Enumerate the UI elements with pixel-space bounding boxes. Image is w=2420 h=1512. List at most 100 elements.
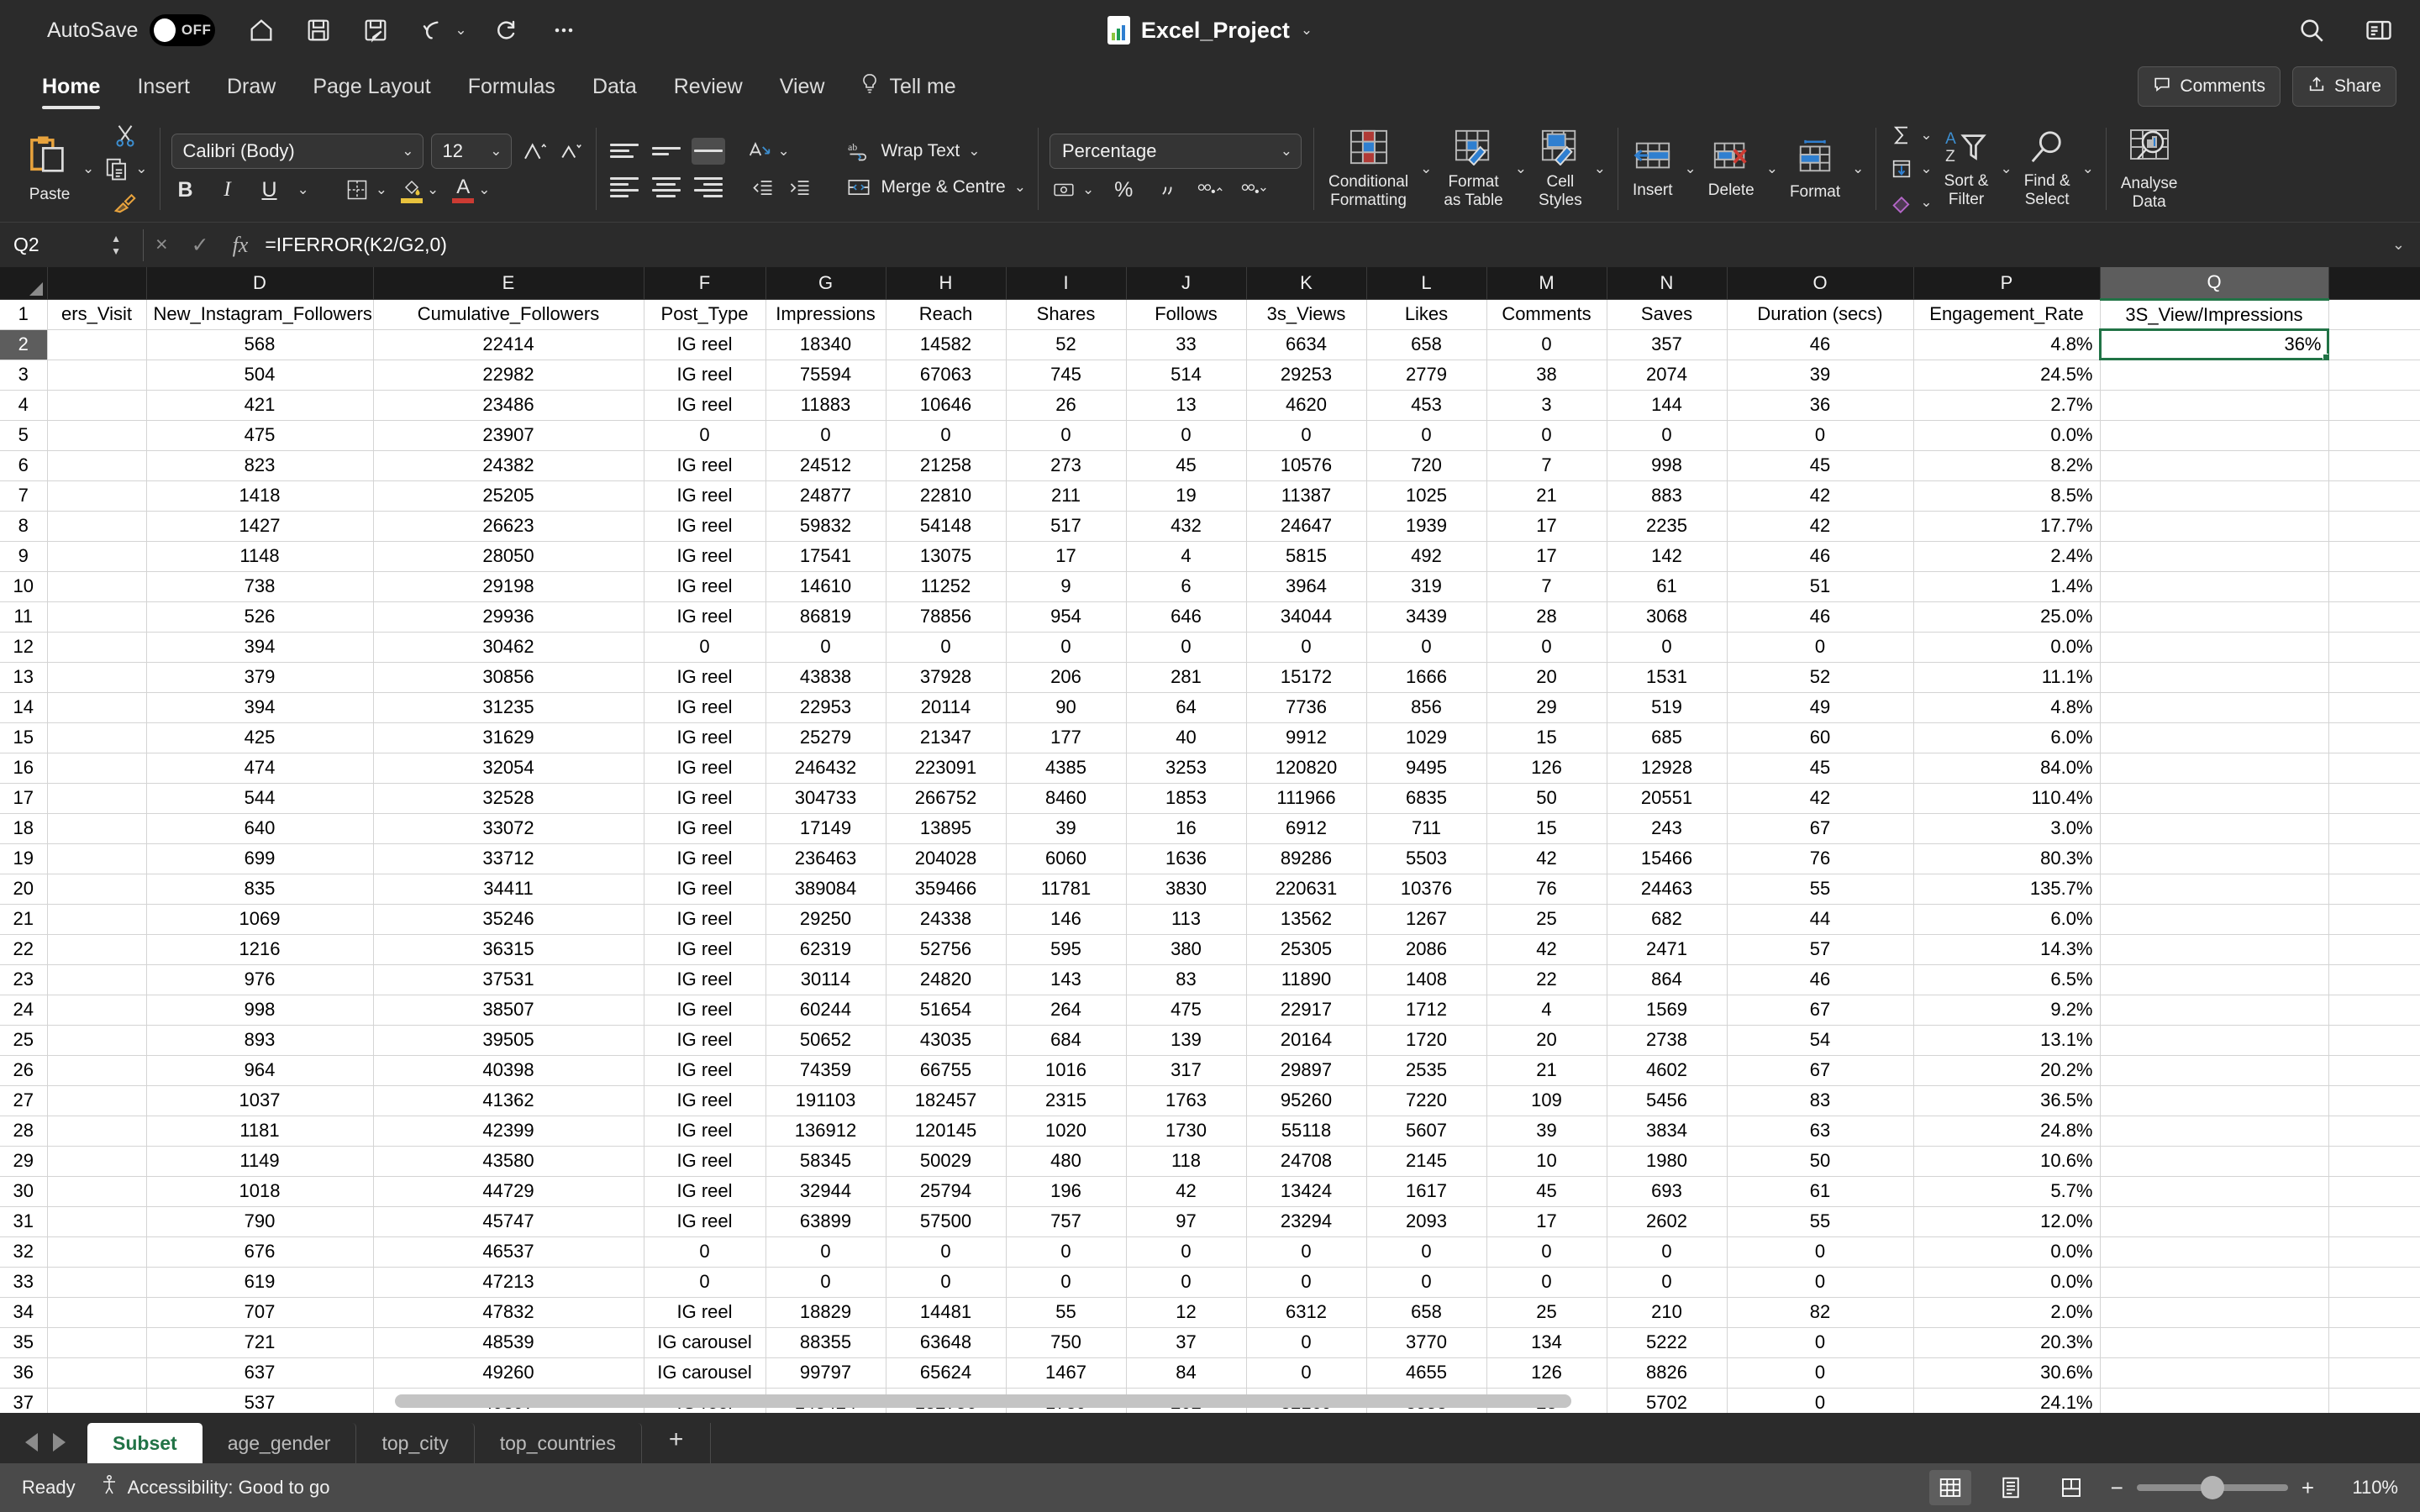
grid-cell[interactable]: IG reel [644, 783, 766, 814]
grid-cell[interactable] [2100, 904, 2329, 935]
grid-cell[interactable] [47, 1297, 147, 1328]
grid-cell[interactable]: 17 [1486, 541, 1607, 572]
column-title-cell[interactable]: New_Instagram_Followers [146, 299, 374, 330]
chevron-down-icon[interactable]: ⌄ [82, 160, 94, 177]
grid-cell[interactable]: 20 [1486, 1025, 1607, 1056]
grid-cell[interactable]: 22414 [373, 329, 644, 360]
grid-cell[interactable]: 211 [1006, 480, 1127, 512]
chevron-down-icon[interactable]: ⌄ [1014, 179, 1026, 196]
normal-view-button[interactable] [1928, 1470, 1971, 1505]
grid-cell[interactable]: 0.0% [1913, 632, 2101, 663]
wrap-text-button[interactable]: ab Wrap Text ⌄ [844, 137, 1026, 165]
column-header-m[interactable]: M [1486, 267, 1607, 300]
add-sheet-button[interactable]: + [642, 1423, 712, 1463]
grid-cell[interactable] [2100, 843, 2329, 874]
table-row[interactable]: 4 421 23486 IG reel 11883 10646 26 13 4620 453 3 14… [0, 390, 2420, 421]
grid-cell[interactable]: 707 [146, 1297, 374, 1328]
grid-cell[interactable] [2100, 874, 2329, 905]
grid-cell[interactable]: 954 [1006, 601, 1127, 633]
grid-cell[interactable]: IG reel [644, 934, 766, 965]
grid-cell[interactable]: 0 [1727, 1327, 1914, 1358]
grid-cell[interactable]: 38 [1486, 360, 1607, 391]
grid-cell[interactable]: 76 [1486, 874, 1607, 905]
table-row[interactable]: 31 790 45747 IG reel 63899 57500 757 97 23294 209… [0, 1206, 2420, 1237]
conditional-formatting-button[interactable]: Conditional Formatting [1325, 129, 1412, 209]
grid-cell[interactable]: 4385 [1006, 753, 1127, 784]
grid-cell[interactable]: 42 [1727, 783, 1914, 814]
empty-cell[interactable] [2328, 571, 2420, 602]
grid-cell[interactable]: 1069 [146, 904, 374, 935]
chevron-down-icon[interactable]: ⌄ [1920, 160, 1932, 177]
column-header-d[interactable]: D [146, 267, 374, 300]
row-header[interactable]: 13 [0, 662, 48, 693]
grid-cell[interactable]: IG reel [644, 511, 766, 542]
table-row[interactable]: 11 526 29936 IG reel 86819 78856 954 646 34044 34… [0, 601, 2420, 633]
chevron-down-icon[interactable]: ⌄ [1515, 160, 1527, 177]
grid-cell[interactable] [2100, 1267, 2329, 1298]
grid-cell[interactable] [2100, 450, 2329, 481]
grid-cell[interactable]: 10.6% [1913, 1146, 2101, 1177]
grid-cell[interactable]: 20164 [1246, 1025, 1367, 1056]
grid-cell[interactable] [2100, 390, 2329, 421]
grid-cell[interactable]: 33 [1126, 329, 1247, 360]
grid-cell[interactable]: IG reel [644, 1055, 766, 1086]
grid-cell[interactable]: 357 [1607, 329, 1728, 360]
grid-cell[interactable]: 24382 [373, 450, 644, 481]
grid-cell[interactable]: 304733 [765, 783, 886, 814]
grid-cell[interactable]: 998 [146, 995, 374, 1026]
align-top-icon[interactable] [608, 138, 641, 165]
grid-cell[interactable]: 32054 [373, 753, 644, 784]
grid-cell[interactable]: 20.2% [1913, 1055, 2101, 1086]
grid-cell[interactable]: 1569 [1607, 995, 1728, 1026]
grid-cell[interactable]: 738 [146, 571, 374, 602]
grid-cell[interactable]: 95260 [1246, 1085, 1367, 1116]
format-painter-button[interactable] [111, 188, 139, 217]
grid-cell[interactable]: 25 [1486, 1297, 1607, 1328]
grid-cell[interactable]: 1037 [146, 1085, 374, 1116]
grid-cell[interactable]: IG reel [644, 1146, 766, 1177]
grid-cell[interactable]: 28 [1486, 601, 1607, 633]
grid-cell[interactable]: 97 [1126, 1206, 1247, 1237]
grid-cell[interactable]: 568 [146, 329, 374, 360]
grid-cell[interactable]: 4 [1126, 541, 1247, 572]
grid-cell[interactable]: 389084 [765, 874, 886, 905]
grid-cell[interactable]: 359466 [886, 874, 1007, 905]
grid-cell[interactable]: 1720 [1366, 1025, 1487, 1056]
grid-cell[interactable]: 9.2% [1913, 995, 2101, 1026]
chevron-down-icon[interactable]: ⌄ [135, 160, 147, 177]
grid-cell[interactable]: 3834 [1607, 1116, 1728, 1147]
grid-cell[interactable] [47, 601, 147, 633]
zoom-in-button[interactable]: + [2302, 1475, 2314, 1501]
grid-cell[interactable]: 0 [1727, 420, 1914, 451]
grid-cell[interactable]: 5.7% [1913, 1176, 2101, 1207]
grid-cell[interactable]: 38507 [373, 995, 644, 1026]
grid-cell[interactable] [47, 1085, 147, 1116]
grid-cell[interactable]: IG reel [644, 571, 766, 602]
chevron-down-icon[interactable]: ⌄ [968, 143, 980, 160]
grid-cell[interactable]: 19 [1126, 480, 1247, 512]
grid-cell[interactable]: 136912 [765, 1116, 886, 1147]
empty-cell[interactable] [2328, 1357, 2420, 1389]
grid-cell[interactable]: 10376 [1366, 874, 1487, 905]
grid-cell[interactable] [47, 753, 147, 784]
grid-cell[interactable]: 1730 [1126, 1116, 1247, 1147]
grid-cell[interactable]: 0 [1607, 1267, 1728, 1298]
grid-cell[interactable]: 42 [1486, 843, 1607, 874]
grid-cell[interactable]: 2.4% [1913, 541, 2101, 572]
bold-button[interactable]: B [171, 176, 200, 204]
empty-cell[interactable] [2328, 299, 2420, 330]
grid-cell[interactable]: 0 [1246, 1236, 1367, 1268]
column-header-i[interactable]: I [1006, 267, 1127, 300]
grid-cell[interactable]: 60 [1727, 722, 1914, 753]
grid-cell[interactable]: 83 [1126, 964, 1247, 995]
grid-cell[interactable]: 25305 [1246, 934, 1367, 965]
font-name-select[interactable]: Calibri (Body) ⌄ [171, 134, 424, 169]
chevron-down-icon[interactable]: ⌄ [778, 143, 790, 160]
grid-cell[interactable] [2100, 420, 2329, 451]
grid-cell[interactable]: 2093 [1366, 1206, 1487, 1237]
grid-cell[interactable]: 0 [1727, 1357, 1914, 1389]
grid-cell[interactable]: 6.0% [1913, 722, 2101, 753]
grid-cell[interactable] [47, 1146, 147, 1177]
empty-cell[interactable] [2328, 783, 2420, 814]
tab-page-layout[interactable]: Page Layout [294, 60, 449, 113]
